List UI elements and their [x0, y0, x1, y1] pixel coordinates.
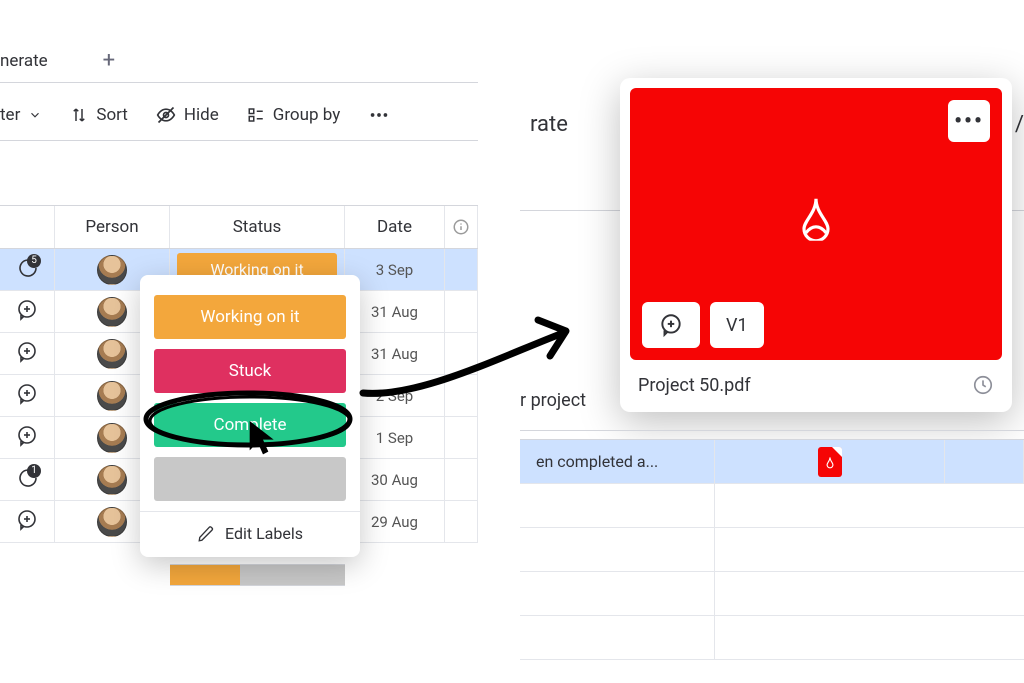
chat-icon: 5 — [15, 256, 39, 284]
date-cell[interactable]: 2 Sep — [345, 375, 445, 416]
status-option-complete[interactable]: Complete — [154, 403, 346, 447]
avatar — [97, 255, 127, 285]
file-more-button[interactable]: ••• — [948, 100, 990, 142]
status-option-blank[interactable] — [154, 457, 346, 501]
status-option-working[interactable]: Working on it — [154, 295, 346, 339]
filter-button[interactable]: ter — [0, 105, 42, 125]
divider — [0, 140, 478, 141]
unread-badge: 5 — [27, 254, 41, 268]
view-toolbar: ter Sort Hide Group by — [0, 104, 390, 126]
date-cell[interactable]: 30 Aug — [345, 459, 445, 500]
progress-segment-working — [170, 565, 240, 585]
sort-icon — [70, 106, 88, 124]
table-row[interactable] — [520, 616, 1024, 660]
header-info[interactable] — [445, 206, 478, 248]
header-date[interactable]: Date — [345, 206, 445, 248]
group-label: Group by — [273, 105, 341, 125]
date-cell[interactable]: 31 Aug — [345, 333, 445, 374]
avatar — [97, 465, 127, 495]
table-row[interactable]: en completed a... — [520, 440, 1024, 484]
pdf-icon — [792, 193, 840, 245]
hide-button[interactable]: Hide — [156, 105, 219, 125]
status-dropdown: Working on it Stuck Complete Edit Labels — [140, 275, 360, 557]
avatar — [97, 507, 127, 537]
edit-labels-button[interactable]: Edit Labels — [154, 512, 346, 543]
divider — [520, 430, 1024, 440]
table-header: Person Status Date — [0, 205, 478, 249]
file-action-row: V1 — [642, 302, 764, 348]
chat-icon: 1 — [15, 466, 39, 494]
status-option-stuck[interactable]: Stuck — [154, 349, 346, 393]
date-cell[interactable]: 31 Aug — [345, 291, 445, 332]
clock-icon[interactable] — [972, 374, 994, 396]
left-panel: nerate + ter Sort Hide Group by — [0, 0, 478, 610]
pdf-file-icon — [818, 447, 842, 477]
conversation-cell[interactable] — [0, 291, 55, 332]
files-table: en completed a... — [520, 430, 1024, 660]
version-label: V1 — [726, 315, 748, 336]
pencil-icon — [197, 525, 215, 543]
conversation-cell[interactable] — [0, 375, 55, 416]
divider — [0, 82, 478, 83]
text-fragment-rate: rate — [530, 112, 568, 137]
add-chat-icon — [15, 508, 39, 536]
status-summary-bar — [170, 564, 345, 586]
conversation-cell[interactable]: 1 — [0, 459, 55, 500]
sort-button[interactable]: Sort — [70, 105, 128, 125]
header-person[interactable]: Person — [55, 206, 170, 248]
avatar — [97, 381, 127, 411]
avatar — [97, 297, 127, 327]
table-row[interactable] — [520, 484, 1024, 528]
table-row[interactable] — [520, 528, 1024, 572]
file-meta-row: Project 50.pdf — [630, 360, 1002, 396]
more-horizontal-icon: ••• — [954, 109, 984, 134]
avatar — [97, 423, 127, 453]
file-comment-button[interactable] — [642, 302, 700, 348]
tab-label[interactable]: nerate — [0, 51, 48, 71]
file-cell[interactable] — [715, 440, 945, 483]
text-fragment-project: r project — [520, 390, 586, 411]
cell-blank — [445, 249, 478, 290]
file-name: Project 50.pdf — [638, 375, 751, 396]
top-tabs: nerate + — [0, 50, 115, 72]
hide-label: Hide — [184, 105, 219, 125]
conversation-cell[interactable] — [0, 333, 55, 374]
info-icon — [452, 218, 470, 236]
progress-segment-blank — [240, 565, 345, 585]
right-panel: rate e / r project ••• V1 Project 50.pdf — [520, 0, 1024, 683]
sort-label: Sort — [96, 105, 128, 125]
conversation-cell[interactable] — [0, 501, 55, 542]
chevron-down-icon — [28, 108, 42, 122]
conversation-cell[interactable] — [0, 417, 55, 458]
hide-icon — [156, 105, 176, 125]
group-by-button[interactable]: Group by — [247, 105, 341, 125]
item-name-cell[interactable]: en completed a... — [530, 440, 715, 483]
table-row[interactable] — [520, 572, 1024, 616]
add-chat-icon — [658, 312, 684, 338]
add-chat-icon — [15, 298, 39, 326]
avatar — [97, 339, 127, 369]
file-version-button[interactable]: V1 — [710, 302, 764, 348]
add-chat-icon — [15, 424, 39, 452]
more-options-button[interactable] — [368, 104, 390, 126]
date-cell[interactable]: 29 Aug — [345, 501, 445, 542]
unread-badge: 1 — [27, 464, 41, 478]
date-cell[interactable]: 3 Sep — [345, 249, 445, 290]
edit-labels-text: Edit Labels — [225, 524, 303, 543]
date-cell[interactable]: 1 Sep — [345, 417, 445, 458]
group-icon — [247, 106, 265, 124]
conversation-cell[interactable]: 5 — [0, 249, 55, 290]
file-preview-card: ••• V1 Project 50.pdf — [620, 78, 1012, 412]
header-conversation — [0, 206, 55, 248]
filter-label: ter — [0, 105, 20, 125]
pdf-thumbnail[interactable]: ••• V1 — [630, 88, 1002, 360]
add-chat-icon — [15, 340, 39, 368]
header-status[interactable]: Status — [170, 206, 345, 248]
add-tab-icon[interactable]: + — [103, 50, 115, 72]
add-chat-icon — [15, 382, 39, 410]
more-horizontal-icon — [368, 104, 390, 126]
